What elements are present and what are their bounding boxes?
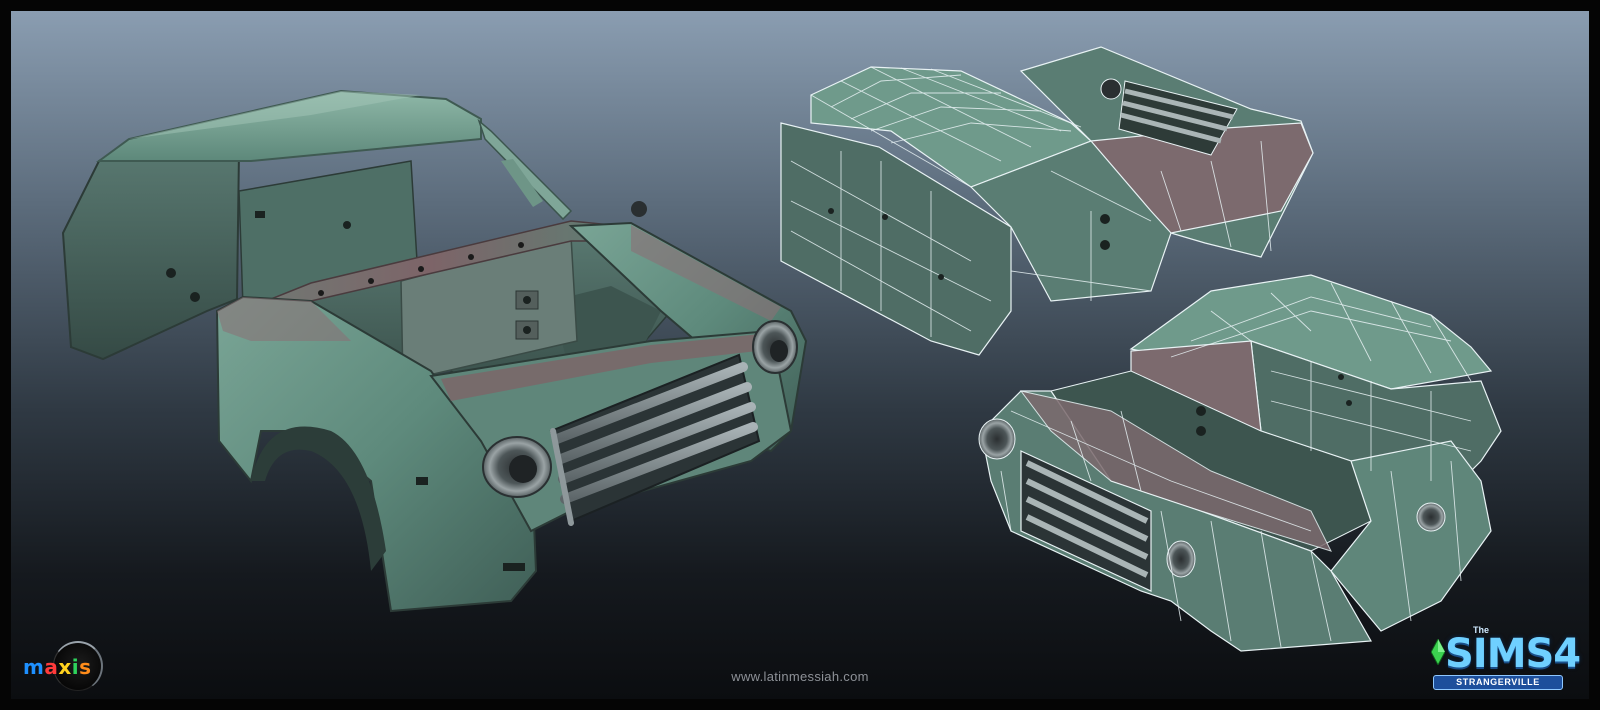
website-url: www.latinmessiah.com	[731, 669, 869, 684]
car-renders	[61, 46, 1502, 652]
wireframe-car-bottom	[978, 274, 1502, 652]
render-viewport: maxis www.latinmessiah.com The SIMS4 STR…	[11, 11, 1589, 699]
maxis-logo: maxis	[23, 637, 123, 693]
image-frame: maxis www.latinmessiah.com The SIMS4 STR…	[0, 0, 1600, 710]
sims-title: SIMS4	[1445, 631, 1581, 677]
textured-car-model	[61, 89, 808, 613]
sims-subtitle: STRANGERVILLE	[1433, 675, 1563, 690]
plumbob-icon	[1431, 639, 1445, 665]
sims4-strangerville-logo: The SIMS4 STRANGERVILLE	[1429, 625, 1581, 697]
